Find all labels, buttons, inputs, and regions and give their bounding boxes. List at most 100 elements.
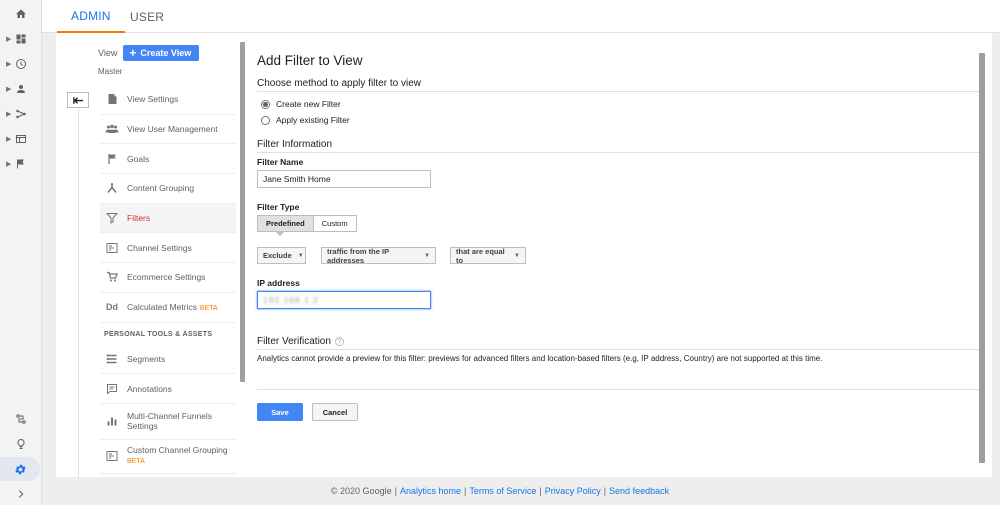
- menu-item-view-user-management[interactable]: View User Management: [100, 115, 236, 145]
- behavior-nav[interactable]: ▶: [0, 127, 42, 151]
- content-grouping-icon: [107, 183, 117, 194]
- annotation-icon: [107, 383, 117, 395]
- tab-user[interactable]: USER: [116, 0, 178, 33]
- conversions-nav[interactable]: ▶: [0, 152, 42, 176]
- verification-section-title: Filter Verification?: [257, 336, 979, 350]
- menu-item-annotations[interactable]: Annotations: [100, 374, 236, 404]
- realtime-nav[interactable]: ▶: [0, 52, 42, 76]
- custom-channel-icon: [106, 451, 118, 462]
- back-button[interactable]: [67, 92, 89, 108]
- acquisition-nav[interactable]: ▶: [0, 102, 42, 126]
- menu-item-content-grouping[interactable]: Content Grouping: [100, 174, 236, 204]
- cancel-button[interactable]: Cancel: [312, 403, 358, 421]
- tree-line: [78, 109, 79, 479]
- gear-icon: [14, 464, 26, 474]
- menu-item-label: Calculated Metrics: [127, 302, 197, 313]
- menu-item-filters[interactable]: Filters: [100, 203, 236, 234]
- view-label: View: [98, 48, 118, 58]
- menu-item-label: Content Grouping: [127, 183, 195, 194]
- menu-item-label: Filters: [127, 213, 151, 224]
- chevron-down-icon: ▼: [297, 252, 304, 259]
- top-tab-bar: ADMIN USER: [42, 0, 1000, 33]
- menu-item-view-settings[interactable]: View Settings: [100, 85, 236, 115]
- method-section-title: Choose method to apply filter to view: [257, 78, 979, 92]
- people-icon: [105, 124, 119, 134]
- filter-condition-dropdown[interactable]: that are equal to ▼: [450, 246, 526, 265]
- menu-item-label: Multi-Channel Funnels Settings: [127, 411, 213, 432]
- footer: © 2020 Google | Analytics home | Terms o…: [330, 486, 670, 496]
- menu-item-label: Channel Settings: [127, 242, 192, 253]
- save-button[interactable]: Save: [257, 403, 303, 421]
- dd-icon: Dd: [106, 302, 118, 313]
- filter-icon: [106, 213, 118, 224]
- view-menu: View Settings View User Management Goals…: [100, 85, 236, 474]
- customization-nav[interactable]: ▶: [0, 27, 42, 51]
- tab-admin[interactable]: ADMIN: [57, 0, 125, 33]
- segments-icon: [106, 354, 117, 364]
- home-nav[interactable]: [0, 2, 42, 26]
- view-name: Master: [98, 67, 123, 76]
- predefined-button[interactable]: Predefined: [258, 216, 314, 231]
- person-icon: [17, 85, 25, 93]
- left-nav-rail: ▶ ▶ ▶ ▶ ▶ ▶: [0, 0, 42, 505]
- menu-item-label: Goals: [127, 153, 150, 164]
- create-view-label: Create View: [140, 48, 192, 58]
- info-section-title: Filter Information: [257, 139, 979, 153]
- menu-item-channel-settings[interactable]: Channel Settings: [100, 233, 236, 264]
- discover-nav[interactable]: [0, 432, 42, 456]
- bar-chart-icon: [107, 417, 117, 426]
- discover-icon: [16, 414, 26, 424]
- copyright: © 2020 Google: [330, 486, 392, 496]
- menu-item-segments[interactable]: Segments: [100, 345, 236, 375]
- terms-link[interactable]: Terms of Service: [469, 486, 536, 496]
- personal-tools-heading: PERSONAL TOOLS & ASSETS: [104, 330, 213, 338]
- menu-item-label: Annotations: [127, 383, 172, 394]
- filter-source-dropdown[interactable]: traffic from the IP addresses ▼: [321, 246, 436, 265]
- beta-badge: BETA: [127, 458, 145, 466]
- menu-item-label: Segments: [127, 353, 166, 364]
- filter-name-input[interactable]: Jane Smith Home: [257, 170, 431, 188]
- back-arrow-icon: [72, 96, 83, 104]
- menu-item-calculated-metrics[interactable]: Dd Calculated Metrics BETA: [100, 293, 236, 323]
- dropdown-value: traffic from the IP addresses: [327, 246, 389, 265]
- verification-note: Analytics cannot provide a preview for t…: [257, 354, 823, 363]
- radio-create-new[interactable]: Create new Filter: [261, 99, 341, 109]
- view-column: View + Create View Master View Settings …: [56, 33, 245, 479]
- radio-button[interactable]: [261, 99, 270, 109]
- radio-button[interactable]: [261, 115, 270, 125]
- radio-apply-existing[interactable]: Apply existing Filter: [261, 115, 350, 125]
- menu-item-mcf-settings[interactable]: Multi-Channel Funnels Settings: [100, 404, 236, 440]
- menu-item-label: View User Management: [127, 124, 218, 135]
- filter-name-value: Jane Smith Home: [263, 174, 331, 184]
- ip-address-input[interactable]: 192.168.1.2: [257, 291, 431, 309]
- lightbulb-icon: [17, 438, 25, 449]
- custom-button[interactable]: Custom: [313, 216, 356, 231]
- content-scrollbar[interactable]: [979, 53, 985, 463]
- home-icon: [16, 9, 26, 18]
- attribution-nav[interactable]: [0, 407, 42, 431]
- menu-item-label: Ecommerce Settings: [127, 272, 206, 283]
- filter-type-toggle: Predefined Custom: [257, 215, 357, 236]
- menu-item-label: Custom Channel Grouping: [127, 445, 228, 456]
- audience-nav[interactable]: ▶: [0, 77, 42, 101]
- menu-item-goals[interactable]: Goals: [100, 144, 236, 175]
- help-icon[interactable]: ?: [334, 336, 344, 346]
- create-view-button[interactable]: + Create View: [123, 45, 200, 61]
- dropdown-value: that are equal to: [456, 246, 505, 265]
- privacy-link[interactable]: Privacy Policy: [545, 486, 601, 496]
- behavior-icon: [16, 135, 26, 143]
- dropdown-value: Exclude: [263, 251, 292, 260]
- feedback-link[interactable]: Send feedback: [609, 486, 669, 496]
- analytics-home-link[interactable]: Analytics home: [400, 486, 461, 496]
- ip-address-label: IP address: [257, 278, 300, 288]
- filter-action-dropdown[interactable]: Exclude ▼: [257, 247, 306, 264]
- selected-pointer: [276, 232, 284, 236]
- menu-item-custom-channel-grouping[interactable]: Custom Channel Grouping BETA: [100, 440, 236, 474]
- view-header: View + Create View: [98, 45, 200, 61]
- radio-label: Create new Filter: [276, 99, 341, 109]
- document-icon: [108, 94, 116, 105]
- menu-item-ecommerce-settings[interactable]: Ecommerce Settings: [100, 263, 236, 293]
- beta-badge: BETA: [199, 305, 218, 313]
- plus-icon: +: [129, 45, 137, 60]
- left-scrollbar[interactable]: [240, 42, 245, 382]
